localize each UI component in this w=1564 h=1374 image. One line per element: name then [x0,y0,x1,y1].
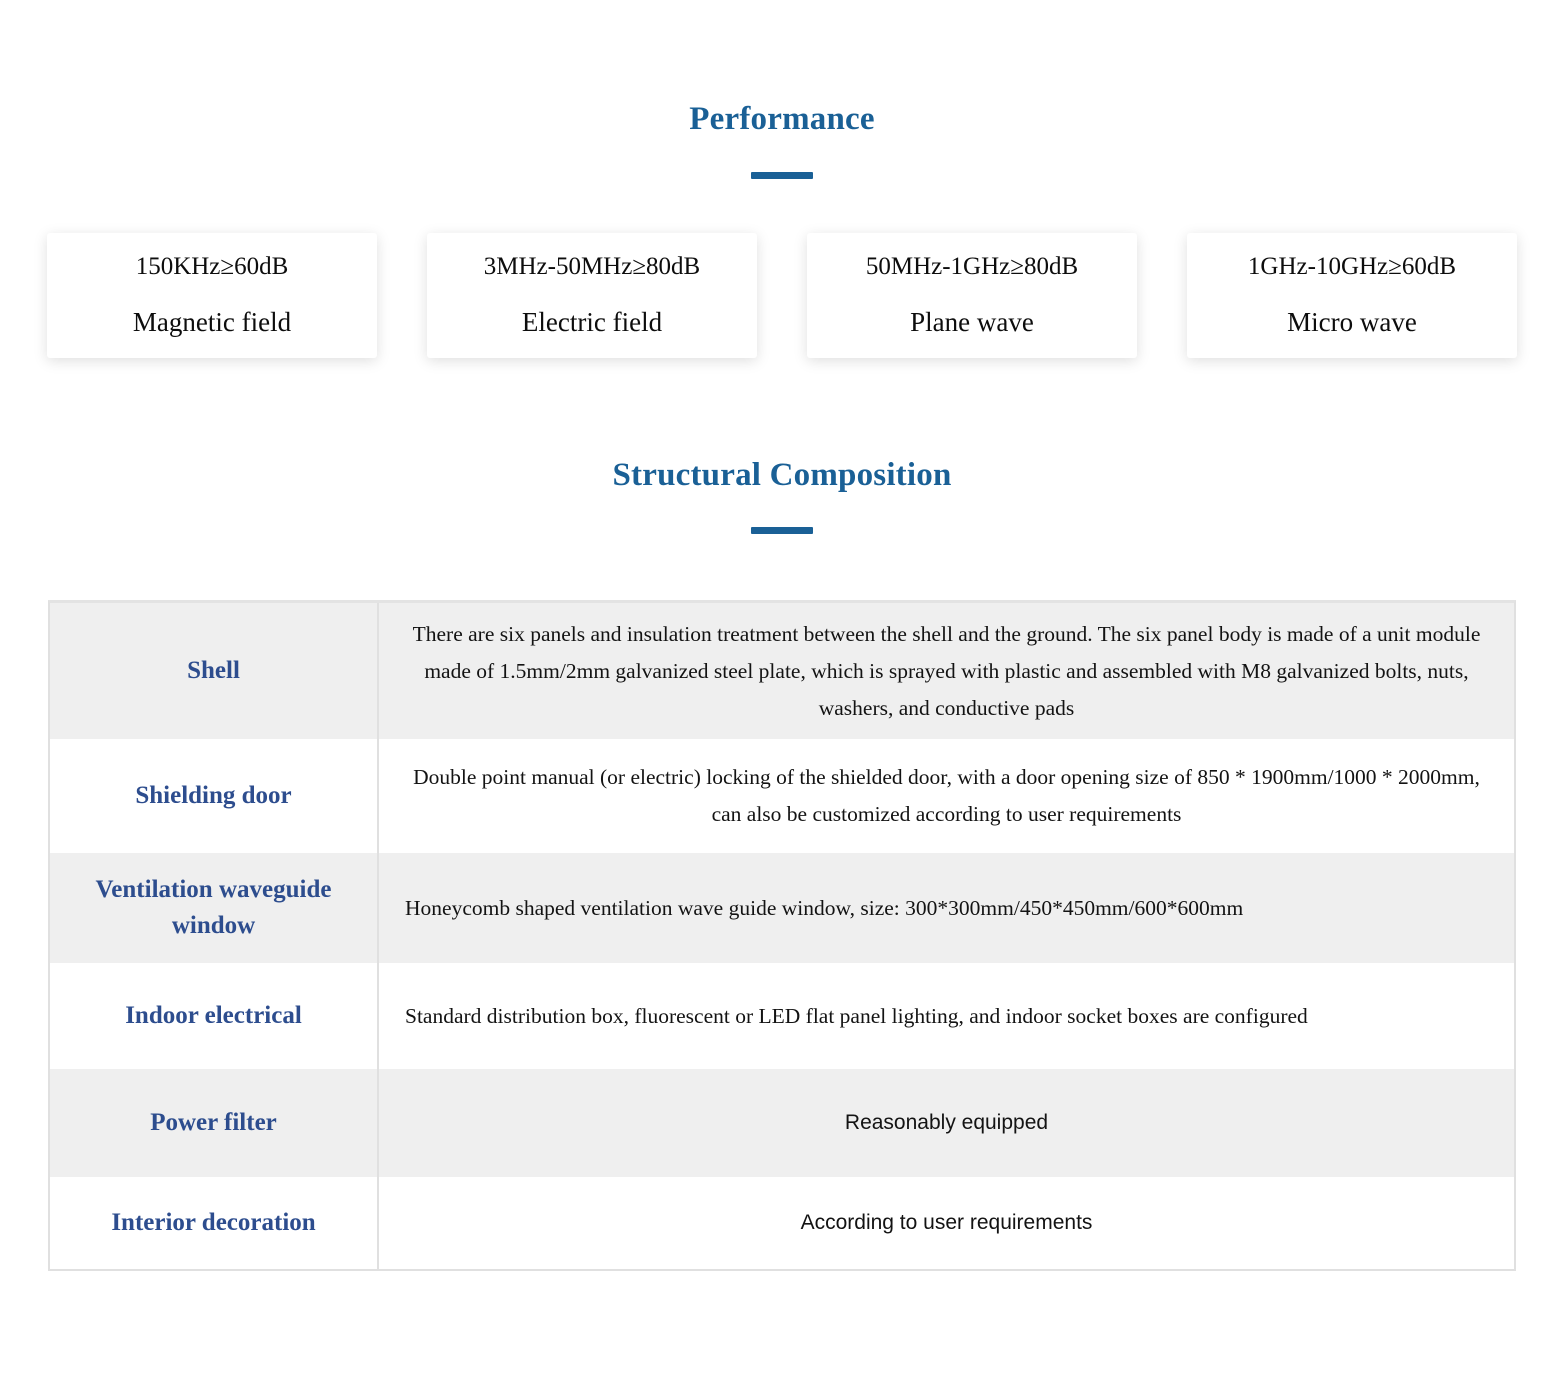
table-row: Power filter Reasonably equipped [50,1069,1514,1178]
table-row-description-cell: Honeycomb shaped ventilation wave guide … [379,853,1514,963]
table-row-description: Honeycomb shaped ventilation wave guide … [405,895,1244,920]
card-spec-value: 50MHz-1GHz≥80dB [865,252,1079,280]
table-row-description-cell: There are six panels and insulation trea… [379,603,1514,739]
table-row-description: Double point manual (or electric) lockin… [413,765,1480,827]
card-kind-label: Magnetic field [132,307,292,337]
table-row-description: Reasonably equipped [844,1111,1049,1135]
table-row-label: Power filter [150,1109,277,1137]
card-spec-value: 150KHz≥60dB [135,252,289,280]
structural-section-header: Structural Composition [0,358,1564,535]
table-row-description: According to user requirements [800,1211,1093,1235]
table-row-description-cell: Double point manual (or electric) lockin… [379,739,1514,853]
table-row-description-cell: Standard distribution box, fluorescent o… [379,963,1514,1069]
table-row-label-cell: Ventilation waveguide window [50,853,379,964]
table-row-description-cell: Reasonably equipped [379,1069,1514,1177]
card-spec-value: 3MHz-50MHz≥80dB [483,252,701,280]
performance-card-electric-field[interactable]: 3MHz-50MHz≥80dB Electric field [427,232,757,358]
product-spec-page: Performance 150KHz≥60dB Magnetic field 3… [0,0,1564,1374]
performance-section-header: Performance [0,0,1564,179]
performance-card-micro-wave[interactable]: 1GHz-10GHz≥60dB Micro wave [1187,232,1517,358]
card-kind-label: Micro wave [1287,307,1417,337]
performance-card-magnetic-field[interactable]: 150KHz≥60dB Magnetic field [47,232,377,358]
table-row-label: Shielding door [135,782,292,810]
table-row-description-cell: According to user requirements [379,1177,1514,1269]
table-row-label-cell: Shielding door [50,739,379,854]
card-kind-label: Electric field [521,307,663,337]
page-title-performance: Performance [689,101,875,137]
title-underline-rule [751,527,813,535]
table-row-label: Indoor electrical [125,1002,302,1030]
structural-composition-table: Shell There are six panels and insulatio… [48,600,1516,1272]
table-row-label: Shell [187,657,240,685]
table-row-label: Interior decoration [111,1209,316,1237]
table-row: Shell There are six panels and insulatio… [50,603,1514,740]
table-row-label-cell: Power filter [50,1069,379,1178]
table-row: Interior decoration According to user re… [50,1177,1514,1270]
table-row-label: Ventilation waveguide window [95,875,332,940]
table-row: Ventilation waveguide window Honeycomb s… [50,853,1514,964]
table-row-label-cell: Interior decoration [50,1177,379,1270]
table-row-description: Standard distribution box, fluorescent o… [405,1003,1308,1028]
table-row: Indoor electrical Standard distribution … [50,963,1514,1070]
card-spec-value: 1GHz-10GHz≥60dB [1247,252,1457,280]
performance-card-plane-wave[interactable]: 50MHz-1GHz≥80dB Plane wave [807,232,1137,358]
table-row: Shielding door Double point manual (or e… [50,739,1514,854]
card-kind-label: Plane wave [910,307,1034,337]
table-row-label-cell: Indoor electrical [50,963,379,1070]
page-title-structural-composition: Structural Composition [612,456,952,493]
title-underline-rule [751,171,813,179]
table-row-description: There are six panels and insulation trea… [412,621,1481,720]
performance-card-list: 150KHz≥60dB Magnetic field 3MHz-50MHz≥80… [47,232,1517,358]
table-row-label-cell: Shell [50,603,379,740]
